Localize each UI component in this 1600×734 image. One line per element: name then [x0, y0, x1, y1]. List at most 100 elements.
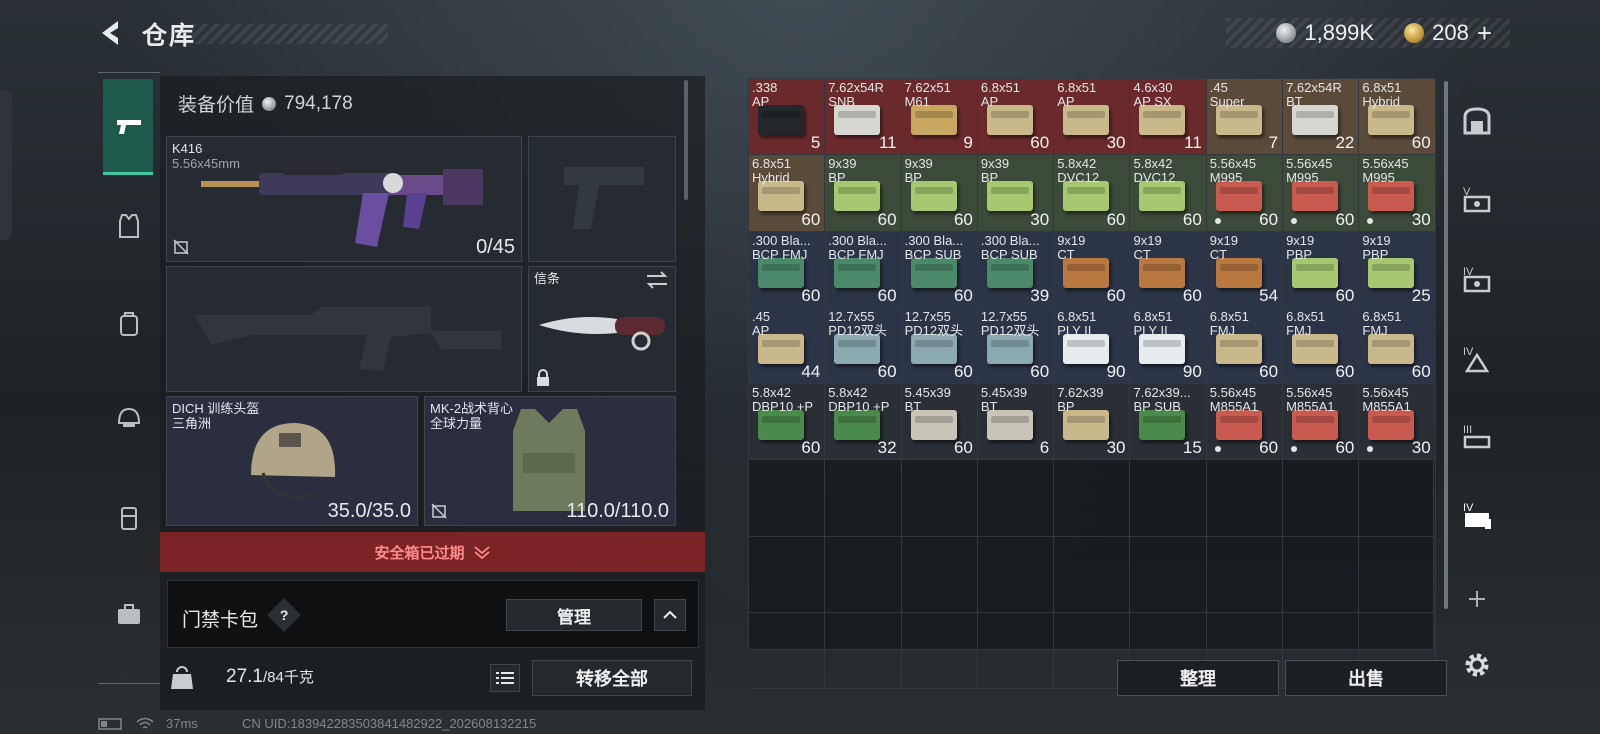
ammo-item[interactable]: 12.7x55 PD12双头 60	[901, 307, 977, 384]
empty-stash-cell[interactable]	[901, 536, 978, 614]
ammo-item[interactable]: 7.62x39... BP SUB 15	[1130, 384, 1206, 460]
nav-chest-rig[interactable]	[104, 493, 154, 543]
nav-weapon[interactable]	[104, 101, 154, 151]
stash-cell[interactable]: 5.45x39 BT 60	[901, 384, 978, 461]
ammo-item[interactable]: .300 Bla... BCP SUB 60	[901, 231, 977, 307]
empty-stash-cell[interactable]	[1283, 536, 1360, 614]
stash-tab-2[interactable]: V	[1458, 180, 1496, 218]
stash-cell[interactable]: 5.8x42 DBP10 +P 60	[749, 384, 826, 461]
melee-slot[interactable]: 信条	[528, 266, 676, 392]
stash-cell[interactable]: 6.8x51 FMJ 60	[1283, 307, 1360, 385]
stash-tab-3[interactable]: IV	[1458, 260, 1496, 298]
primary-weapon-slot[interactable]: K416 5.56x45mm 0/45	[166, 136, 522, 262]
nav-armor[interactable]	[104, 201, 154, 251]
ammo-item[interactable]: 7.62x54R SNB 11	[825, 79, 901, 155]
sell-button[interactable]: 出售	[1285, 660, 1447, 696]
ammo-item[interactable]: .45 AP 44	[749, 307, 825, 384]
empty-stash-cell[interactable]	[1054, 460, 1131, 537]
empty-stash-cell[interactable]	[1283, 460, 1360, 537]
ammo-item[interactable]: 6.8x51 FMJ 60	[1283, 307, 1359, 384]
stash-cell[interactable]: 5.8x42 DBP10 +P 32	[825, 384, 902, 461]
empty-stash-cell[interactable]	[1206, 460, 1284, 537]
ammo-item[interactable]: 6.8x51 FMJ 60	[1359, 307, 1435, 384]
ammo-item[interactable]: 5.56x45 M995 60	[1206, 155, 1283, 231]
stash-cell[interactable]: 12.7x55 PD12双头 60	[901, 307, 978, 385]
stash-tab-6-active[interactable]: IV	[1458, 496, 1496, 534]
ammo-item[interactable]: .338 AP 5	[749, 79, 825, 155]
stash-cell[interactable]: 6.8x51 Hybrid 60	[749, 155, 826, 232]
sidearm-slot[interactable]	[528, 136, 676, 262]
stash-cell[interactable]: 5.8x42 DVC12 60	[1054, 155, 1131, 232]
stash-cell[interactable]: .300 Bla... BCP SUB 39	[977, 231, 1055, 308]
stash-cell[interactable]: 4.6x30 AP SX 11	[1130, 79, 1207, 156]
stash-cell[interactable]: 12.7x55 PD12双头 60	[825, 307, 902, 385]
list-view-button[interactable]	[490, 664, 520, 692]
empty-stash-cell[interactable]	[1054, 536, 1131, 614]
empty-stash-cell[interactable]	[825, 613, 902, 690]
ammo-item[interactable]: 7.62x51 M61 9	[901, 79, 977, 155]
ammo-item[interactable]: 5.56x45 M855A1 60	[1206, 384, 1283, 460]
empty-stash-cell[interactable]	[1359, 536, 1436, 614]
stash-cell[interactable]: 9x19 CT 60	[1054, 231, 1131, 308]
ammo-item[interactable]: 9x19 CT 60	[1130, 231, 1206, 307]
stash-cell[interactable]: .300 Bla... BCP SUB 60	[901, 231, 978, 308]
empty-stash-cell[interactable]	[1359, 460, 1436, 537]
stash-cell[interactable]: 5.56x45 M995 60	[1206, 155, 1284, 232]
stash-cell[interactable]: 6.8x51 Hybrid 60	[1359, 79, 1436, 156]
stash-cell[interactable]: .300 Bla... BCP FMJ 60	[749, 231, 826, 308]
ammo-item[interactable]: 12.7x55 PD12双头 60	[825, 307, 901, 384]
stash-cell[interactable]: 12.7x55 PD12双头 60	[977, 307, 1055, 385]
empty-stash-cell[interactable]	[901, 460, 978, 537]
ammo-item[interactable]: 6.8x51 Hybrid 60	[749, 155, 825, 231]
secure-case-expired-banner[interactable]: 安全箱已过期	[160, 532, 705, 572]
ammo-item[interactable]: 7.62x54R BT 22	[1283, 79, 1359, 155]
ammo-item[interactable]: 5.56x45 M995 60	[1283, 155, 1359, 231]
ammo-item[interactable]: 4.6x30 AP SX 11	[1130, 79, 1206, 155]
stash-cell[interactable]: .300 Bla... BCP FMJ 60	[825, 231, 902, 308]
nav-case[interactable]	[104, 589, 154, 639]
empty-stash-cell[interactable]	[977, 460, 1055, 537]
stash-cell[interactable]: 5.56x45 M995 60	[1283, 155, 1360, 232]
ammo-item[interactable]: 5.8x42 DVC12 60	[1130, 155, 1206, 231]
empty-stash-cell[interactable]	[749, 536, 826, 614]
ammo-item[interactable]: 7.62x39 BP 30	[1054, 384, 1130, 460]
empty-stash-cell[interactable]	[825, 460, 902, 537]
stash-cell[interactable]: 9x19 CT 60	[1130, 231, 1207, 308]
side-drawer-handle[interactable]	[0, 90, 12, 240]
stash-cell[interactable]: 6.8x51 FMJ 60	[1206, 307, 1284, 385]
ammo-item[interactable]: .300 Bla... BCP FMJ 60	[825, 231, 901, 307]
stash-cell[interactable]: 9x19 PBP 25	[1359, 231, 1436, 308]
ammo-item[interactable]: 6.8x51 PLY II 90	[1130, 307, 1206, 384]
ammo-item[interactable]: 9x39 BP 60	[901, 155, 977, 231]
stash-cell[interactable]: 7.62x54R SNB 11	[825, 79, 902, 156]
stash-cell[interactable]: 5.56x45 M855A1 30	[1359, 384, 1436, 461]
back-arrow-icon[interactable]	[96, 18, 126, 48]
ammo-item[interactable]: 5.56x45 M855A1 30	[1359, 384, 1435, 460]
add-gold-button[interactable]: +	[1477, 18, 1492, 49]
stash-cell[interactable]: 6.8x51 PLY II 90	[1054, 307, 1131, 385]
ammo-item[interactable]: .300 Bla... BCP SUB 39	[977, 231, 1054, 307]
ammo-item[interactable]: 9x19 CT 60	[1054, 231, 1130, 307]
sort-button[interactable]: 整理	[1117, 660, 1279, 696]
stash-cell[interactable]: 7.62x51 M61 9	[901, 79, 978, 156]
ammo-item[interactable]: 9x19 PBP 25	[1359, 231, 1435, 307]
stash-cell[interactable]: 6.8x51 PLY II 90	[1130, 307, 1207, 385]
stash-cell[interactable]: 7.62x39 BP 30	[1054, 384, 1131, 461]
help-icon[interactable]: ?	[267, 598, 301, 632]
stash-cell[interactable]: 6.8x51 AP 60	[977, 79, 1055, 156]
ammo-item[interactable]: .45 Super 7	[1206, 79, 1283, 155]
ammo-item[interactable]: 5.45x39 BT 60	[901, 384, 977, 460]
settings-button[interactable]	[1460, 648, 1494, 682]
stash-cell[interactable]: 9x19 CT 54	[1206, 231, 1284, 308]
ammo-item[interactable]: .300 Bla... BCP FMJ 60	[749, 231, 825, 307]
stash-cell[interactable]: 5.56x45 M995 30	[1359, 155, 1436, 232]
armor-slot[interactable]: MK-2战术背心 全球力量 110.0/110.0	[424, 396, 676, 526]
stash-tab-1[interactable]	[1458, 102, 1496, 140]
empty-stash-cell[interactable]	[977, 613, 1055, 690]
empty-stash-cell[interactable]	[1130, 460, 1207, 537]
stash-cell[interactable]: 7.62x39... BP SUB 15	[1130, 384, 1207, 461]
ammo-item[interactable]: 6.8x51 PLY II 90	[1054, 307, 1130, 384]
stash-cell[interactable]: 6.8x51 AP 30	[1054, 79, 1131, 156]
stash-cell[interactable]: 7.62x54R BT 22	[1283, 79, 1360, 156]
stash-cell[interactable]: 5.56x45 M855A1 60	[1206, 384, 1284, 461]
